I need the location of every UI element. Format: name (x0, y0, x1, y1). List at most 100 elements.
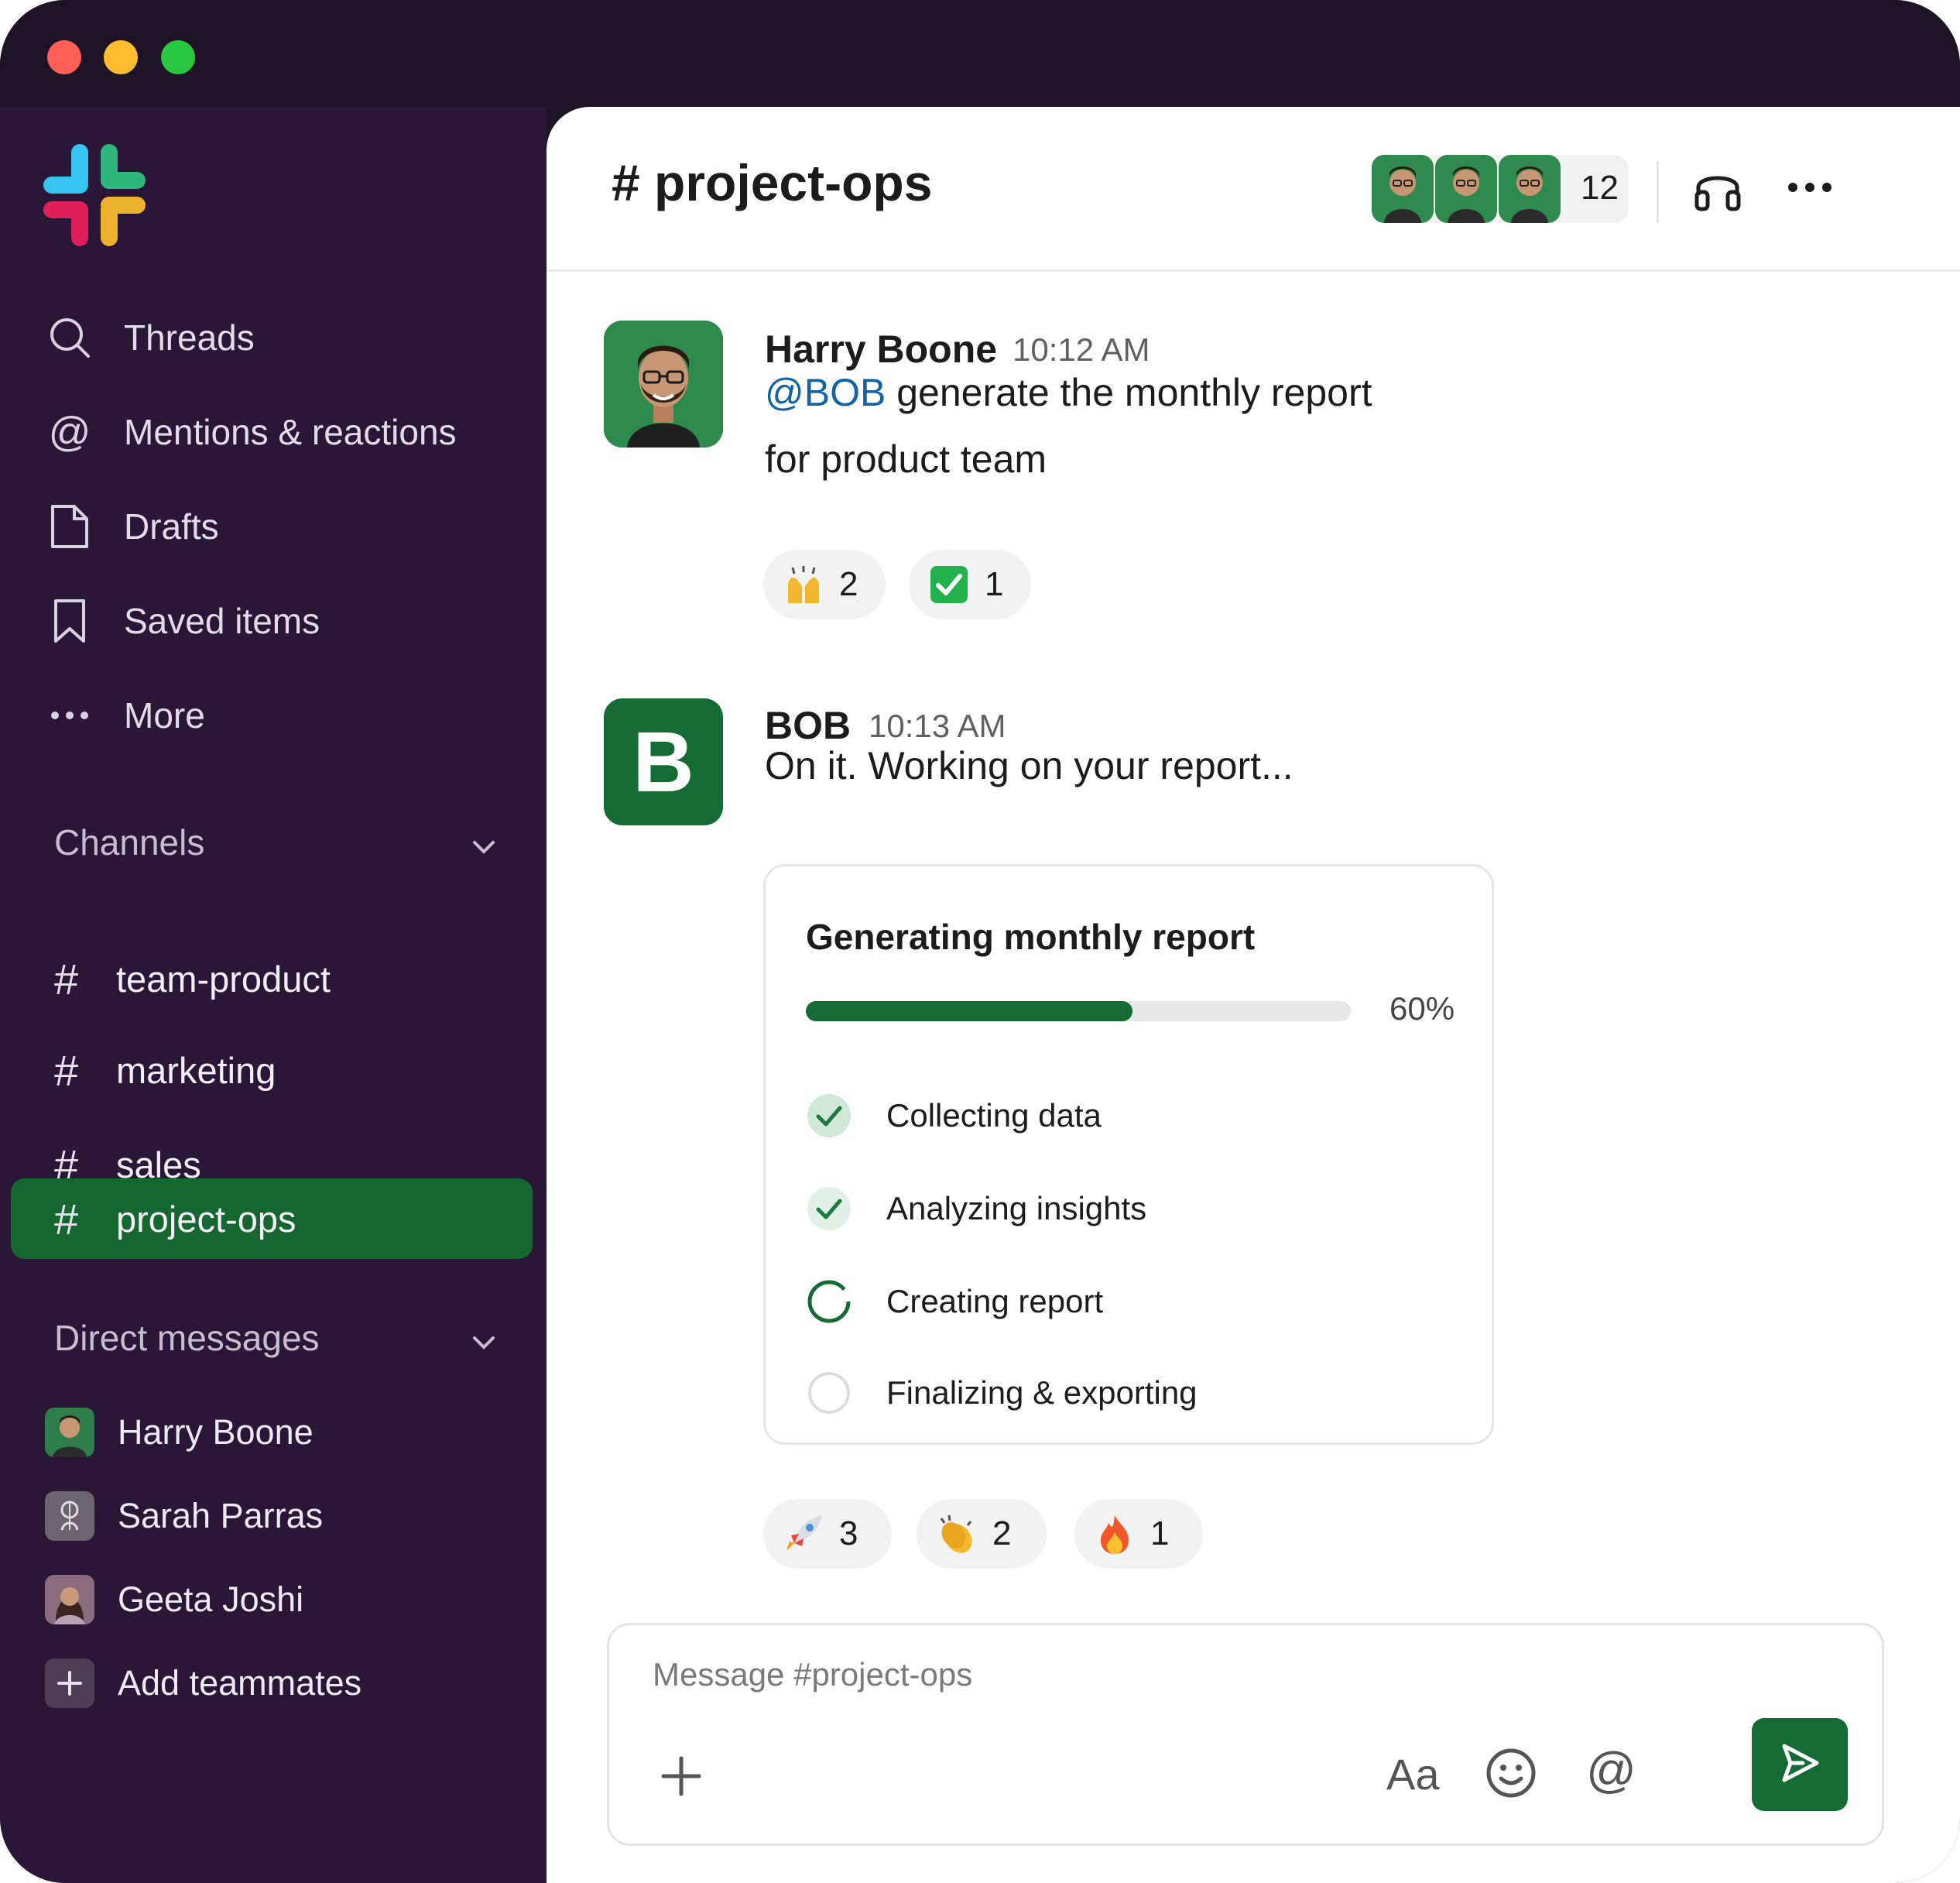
header-divider (1657, 161, 1659, 223)
channel-name: marketing (116, 1049, 276, 1091)
slack-logo-icon (43, 144, 146, 246)
avatar-bob[interactable]: B (604, 698, 723, 825)
member-avatars-button[interactable]: 12 (1372, 155, 1629, 223)
send-icon (1777, 1740, 1823, 1790)
step-label: Creating report (886, 1283, 1104, 1319)
bookmark-icon (46, 598, 93, 644)
sidebar: Threads @ Mentions & reactions Drafts Sa… (0, 107, 547, 1883)
rocket-icon (782, 1512, 825, 1555)
step-item: Collecting data (806, 1091, 1102, 1140)
reaction-count: 1 (985, 565, 1004, 603)
avatar-letter: B (632, 714, 694, 810)
message-text-line1: @BOB generate the monthly report (765, 359, 1372, 426)
mention-link[interactable]: @BOB (765, 371, 886, 414)
add-teammates-button[interactable]: Add teammates (45, 1652, 362, 1714)
reaction-fire[interactable]: 1 (1074, 1499, 1203, 1569)
at-icon: @ (48, 409, 91, 455)
search-icon (46, 314, 93, 361)
card-title: Generating monthly report (806, 917, 1256, 957)
message-text: generate the monthly report (886, 371, 1372, 414)
more-options-icon[interactable] (1785, 180, 1839, 195)
nav-saved-label: Saved items (124, 601, 320, 641)
spinner-icon (806, 1278, 852, 1325)
chevron-down-icon (472, 1317, 495, 1359)
check-circle-icon (806, 1185, 852, 1232)
hash-icon: # (54, 1194, 79, 1243)
hash-icon: # (54, 1045, 79, 1095)
empty-circle-icon (806, 1370, 852, 1416)
zoom-window-button[interactable] (161, 40, 195, 74)
step-item: Analyzing insights (806, 1184, 1146, 1233)
nav-threads-label: Threads (124, 317, 255, 358)
hash-icon: # (54, 954, 79, 1003)
clapping-hands-icon (935, 1512, 978, 1555)
channel-name: project-ops (116, 1198, 296, 1240)
nav-mentions-reactions[interactable]: @ Mentions & reactions (46, 401, 457, 463)
nav-threads[interactable]: Threads (46, 307, 255, 369)
reaction-count: 3 (839, 1514, 858, 1552)
nav-mentions-label: Mentions & reactions (124, 412, 457, 452)
progress-percent: 60% (1389, 990, 1455, 1027)
dm-name: Geeta Joshi (118, 1579, 304, 1619)
progress-bar (806, 1001, 1351, 1021)
direct-messages-section-header[interactable]: Direct messages (54, 1307, 495, 1369)
nav-drafts[interactable]: Drafts (46, 496, 219, 557)
step-label: Collecting data (886, 1097, 1102, 1134)
plus-icon (45, 1658, 94, 1708)
channels-section-header[interactable]: Channels (54, 811, 495, 873)
avatar-harry-boone[interactable] (604, 321, 723, 448)
member-count: 12 (1581, 169, 1619, 207)
reaction-count: 1 (1150, 1514, 1170, 1552)
channel-title[interactable]: # project-ops (612, 153, 932, 212)
emoji-icon[interactable] (1484, 1746, 1538, 1800)
dm-item-sarah-parras[interactable]: Sarah Parras (45, 1485, 323, 1547)
reaction-check-mark[interactable]: 1 (909, 550, 1031, 619)
text-format-button[interactable]: Aa (1386, 1749, 1440, 1799)
reaction-count: 2 (992, 1514, 1012, 1552)
message-input[interactable]: Message #project-ops (653, 1656, 972, 1693)
attach-plus-button[interactable] (654, 1749, 708, 1803)
avatar (45, 1491, 94, 1541)
add-teammates-label: Add teammates (118, 1663, 362, 1703)
headphones-icon[interactable] (1691, 161, 1745, 215)
mention-button[interactable]: @ (1586, 1741, 1636, 1799)
close-window-button[interactable] (47, 40, 81, 74)
send-button[interactable] (1752, 1718, 1848, 1811)
nav-more-label: More (124, 695, 205, 736)
step-item: Finalizing & exporting (806, 1368, 1198, 1418)
channels-header-label: Channels (54, 822, 205, 863)
step-label: Finalizing & exporting (886, 1374, 1198, 1411)
message-text-line2: for product team (765, 437, 1047, 481)
minimize-window-button[interactable] (104, 40, 138, 74)
channel-item-marketing[interactable]: # marketing (11, 1030, 533, 1110)
avatar (1499, 155, 1561, 223)
nav-saved-items[interactable]: Saved items (46, 590, 320, 652)
reaction-clapping-hands[interactable]: 2 (917, 1499, 1047, 1569)
fire-icon (1093, 1512, 1136, 1555)
reaction-rocket[interactable]: 3 (763, 1499, 892, 1569)
dm-name: Sarah Parras (118, 1496, 324, 1535)
avatar (1435, 155, 1497, 223)
ellipsis-icon (46, 692, 93, 739)
dm-item-geeta-joshi[interactable]: Geeta Joshi (45, 1569, 303, 1631)
dm-item-harry-boone[interactable]: Harry Boone (45, 1401, 314, 1463)
check-mark-icon (927, 563, 971, 606)
message-text: On it. Working on your report... (765, 744, 1294, 787)
step-item: Creating report (806, 1277, 1103, 1326)
raised-hands-icon (782, 563, 825, 606)
progress-bar-fill (806, 1001, 1133, 1021)
check-circle-icon (806, 1092, 852, 1139)
channel-header: # project-ops 12 (547, 107, 1960, 272)
document-icon (46, 503, 93, 550)
nav-more[interactable]: More (46, 684, 205, 746)
report-progress-card: Generating monthly report 60% Collecting… (763, 864, 1494, 1445)
reaction-raised-hands[interactable]: 2 (763, 550, 886, 619)
chevron-down-icon (472, 821, 495, 863)
app-window: Threads @ Mentions & reactions Drafts Sa… (0, 0, 1960, 1883)
nav-drafts-label: Drafts (124, 506, 219, 547)
reaction-count: 2 (839, 565, 858, 603)
channel-item-project-ops[interactable]: # project-ops (11, 1178, 533, 1259)
channel-item-team-product[interactable]: # team-product (11, 938, 533, 1019)
title-bar (0, 0, 1960, 107)
dm-header-label: Direct messages (54, 1318, 320, 1358)
